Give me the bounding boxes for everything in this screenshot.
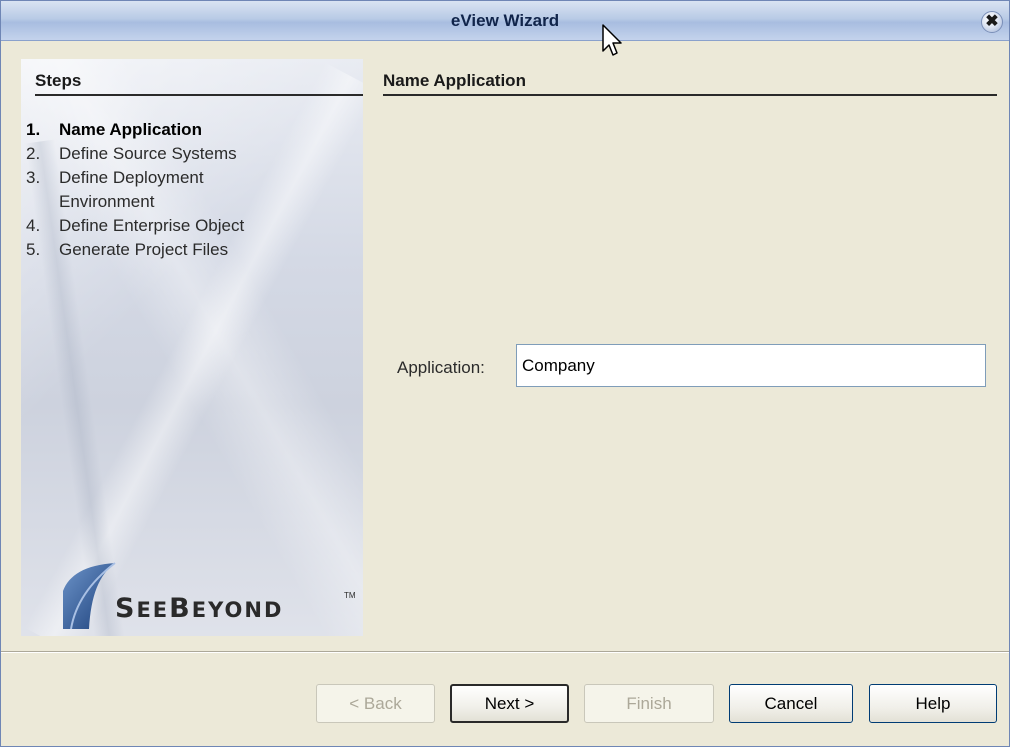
step-label: Define Deployment [59, 168, 204, 187]
step-number: 2. [26, 144, 41, 163]
window-title: eView Wizard [450, 11, 560, 30]
back-button[interactable]: < Back [316, 684, 435, 723]
step-item-define-enterprise-object: 4. Define Enterprise Object [26, 214, 356, 238]
logo-wordmark: SEEBEYOND [115, 593, 284, 624]
step-list: 1. Name Application 2. Define Source Sys… [26, 118, 356, 262]
application-label: Application: [397, 358, 485, 377]
step-item-define-source-systems: 2. Define Source Systems [26, 142, 356, 166]
step-item-define-deployment-environment: 3. Define Deployment [26, 166, 356, 190]
step-number: 5. [26, 240, 41, 259]
steps-panel: Steps 1. Name Application 2. Define Sour… [21, 59, 363, 636]
step-number: 1. [26, 120, 41, 139]
close-button[interactable]: ✖ [981, 11, 1003, 33]
help-button[interactable]: Help [869, 684, 997, 723]
step-item-define-deployment-environment-cont: Environment [26, 190, 356, 214]
application-input[interactable] [516, 344, 986, 387]
title-bar[interactable]: eView Wizard ✖ [1, 1, 1009, 41]
steps-heading: Steps [35, 71, 82, 90]
step-item-name-application: 1. Name Application [26, 118, 356, 142]
step-number: 4. [26, 216, 41, 235]
step-label: Environment [59, 192, 155, 211]
logo-mark-icon [63, 562, 116, 630]
close-icon: ✖ [985, 13, 999, 30]
step-number [26, 190, 59, 214]
finish-button[interactable]: Finish [584, 684, 714, 723]
step-number: 3. [26, 168, 41, 187]
step-label: Name Application [59, 120, 202, 139]
content-divider [383, 94, 997, 96]
step-label: Generate Project Files [59, 240, 229, 259]
mouse-pointer-icon [602, 24, 622, 56]
next-button[interactable]: Next > [450, 684, 569, 723]
step-label: Define Source Systems [59, 144, 237, 163]
seebeyond-logo: SEEBEYOND TM [59, 561, 359, 631]
button-bar-separator [1, 651, 1009, 653]
trademark-mark: TM [344, 591, 356, 600]
wizard-window: eView Wizard ✖ Steps 1. Name Application… [0, 0, 1010, 747]
step-label: Define Enterprise Object [59, 216, 245, 235]
page-title: Name Application [383, 71, 526, 90]
cancel-button[interactable]: Cancel [729, 684, 853, 723]
step-item-generate-project-files: 5. Generate Project Files [26, 238, 356, 262]
steps-divider [35, 94, 363, 96]
